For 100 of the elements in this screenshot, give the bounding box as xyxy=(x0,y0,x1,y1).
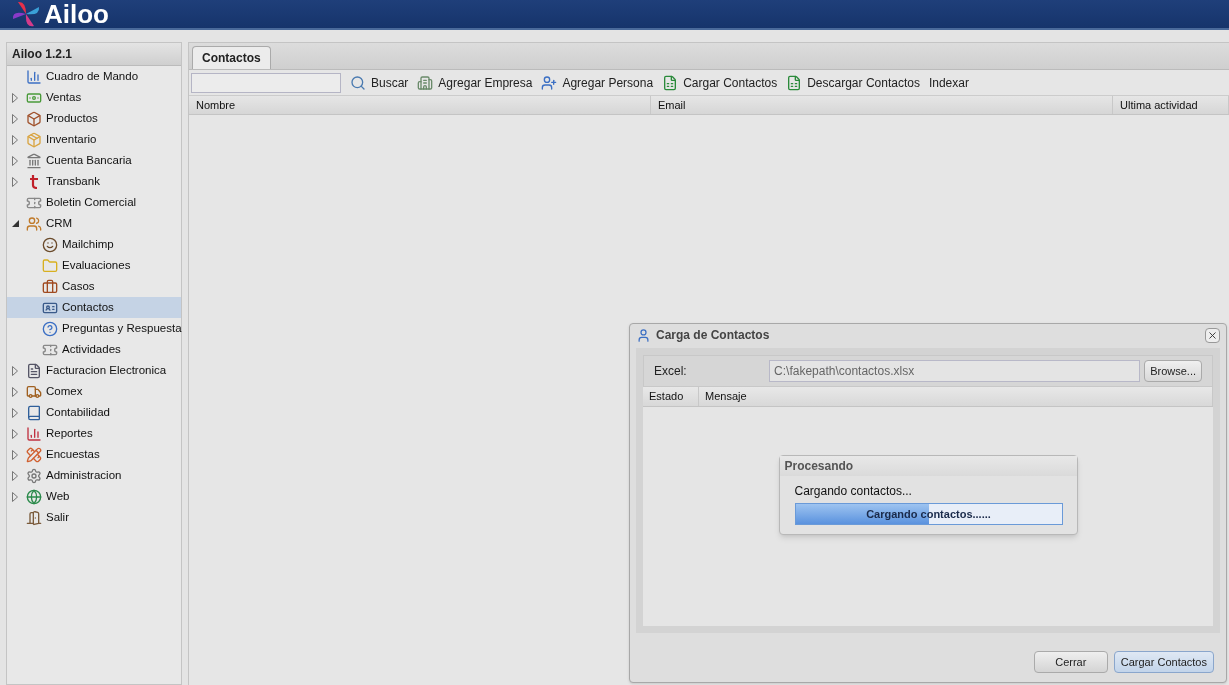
tree-item-label: Preguntas y Respuesta xyxy=(62,320,182,336)
tree-item[interactable]: Contabilidad xyxy=(7,402,181,423)
logo-icon xyxy=(12,1,40,27)
tree-item-label: Contactos xyxy=(62,299,114,315)
close-button[interactable] xyxy=(1205,327,1220,343)
toolbar-button[interactable]: Descargar Contactos xyxy=(786,73,920,92)
tree-item[interactable]: Productos xyxy=(7,108,181,129)
progress-message: Cargando contactos... xyxy=(794,483,913,500)
tree-item-label: Reportes xyxy=(46,425,93,441)
tree-item[interactable]: Cuenta Bancaria xyxy=(7,150,181,171)
close-icon xyxy=(1207,329,1218,341)
tree-item[interactable]: Mailchimp xyxy=(7,234,181,255)
book-icon xyxy=(26,404,42,421)
person-icon xyxy=(636,327,651,343)
search-icon xyxy=(350,74,366,91)
collapsed-arrow-icon[interactable] xyxy=(12,386,18,397)
collapsed-arrow-icon[interactable] xyxy=(12,491,18,502)
expanded-arrow-icon[interactable] xyxy=(12,220,19,227)
collapsed-arrow-icon[interactable] xyxy=(12,92,18,103)
tree-item-label: Actividades xyxy=(62,341,121,357)
spreadsheet-icon xyxy=(786,74,803,91)
tree-item[interactable]: Transbank xyxy=(7,171,181,192)
dialog-title: Carga de Contactos xyxy=(656,327,770,344)
tree-item-label: Boletin Comercial xyxy=(46,194,137,210)
folder-icon xyxy=(42,257,58,274)
tree-item-label: Cuenta Bancaria xyxy=(46,152,132,168)
building-icon xyxy=(26,152,42,169)
gear-icon xyxy=(26,467,42,484)
tree-item-label: Facturacion Electronica xyxy=(46,362,167,378)
collapsed-arrow-icon[interactable] xyxy=(12,155,18,166)
tree-item[interactable]: Evaluaciones xyxy=(7,255,181,276)
people-icon xyxy=(26,215,42,232)
tree-item-label: Ventas xyxy=(46,89,82,105)
tree-item-label: CRM xyxy=(46,215,73,231)
tree-item-label: Contabilidad xyxy=(46,404,110,420)
dialog-button[interactable]: Cerrar xyxy=(1033,651,1108,673)
tree-item-label: Web xyxy=(46,488,70,504)
add-person-icon xyxy=(541,74,558,91)
tree-item[interactable]: CRM xyxy=(7,213,181,234)
field-label: Excel: xyxy=(654,363,688,380)
tree-item-label: Administracion xyxy=(46,467,122,483)
progress-text: Cargando contactos...... xyxy=(865,506,992,522)
tree-item[interactable]: Inventario xyxy=(7,129,181,150)
collapsed-arrow-icon[interactable] xyxy=(12,470,18,481)
collapsed-arrow-icon[interactable] xyxy=(12,176,18,187)
tree-item[interactable]: Reportes xyxy=(7,423,181,444)
truck-icon xyxy=(26,383,42,400)
globe-icon xyxy=(26,488,42,505)
tree-item[interactable]: Web xyxy=(7,486,181,507)
building-icon xyxy=(417,74,434,91)
collapsed-arrow-icon[interactable] xyxy=(12,365,18,376)
file-path-field[interactable]: C:\fakepath\contactos.xlsx xyxy=(769,360,1141,382)
column-header[interactable]: Mensaje xyxy=(699,387,1213,406)
toolbar-button[interactable]: Agregar Empresa xyxy=(417,73,533,92)
document-icon xyxy=(26,362,42,379)
chart-icon xyxy=(26,425,42,442)
collapsed-arrow-icon[interactable] xyxy=(12,449,18,460)
help-icon xyxy=(42,320,58,337)
tree-item-label: Productos xyxy=(46,110,98,126)
tree-item-label: Casos xyxy=(62,278,95,294)
collapsed-arrow-icon[interactable] xyxy=(12,407,18,418)
column-header[interactable]: Estado xyxy=(643,387,699,406)
tree-item[interactable]: Ventas xyxy=(7,87,181,108)
door-icon xyxy=(26,509,42,526)
tree-item-label: Salir xyxy=(46,509,69,525)
tree-item[interactable]: Comex xyxy=(7,381,181,402)
tree-item[interactable]: Cuadro de Mando xyxy=(7,66,181,87)
tree-item[interactable]: Facturacion Electronica xyxy=(7,360,181,381)
browse-button[interactable]: Browse... xyxy=(1144,360,1202,382)
box-icon xyxy=(26,110,42,127)
tree-item-label: Evaluaciones xyxy=(62,257,131,273)
collapsed-arrow-icon[interactable] xyxy=(12,113,18,124)
logo-text: Ailoo xyxy=(44,1,109,27)
toolbar-button[interactable]: Indexar xyxy=(928,73,969,92)
tree-item[interactable]: Boletin Comercial xyxy=(7,192,181,213)
column-header[interactable]: Email xyxy=(651,96,1113,114)
toolbar-button[interactable]: Buscar xyxy=(350,73,409,92)
tree-item[interactable]: Contactos xyxy=(7,297,181,318)
tree-item-label: Inventario xyxy=(46,131,97,147)
tree-item-label: Mailchimp xyxy=(62,236,114,252)
collapsed-arrow-icon[interactable] xyxy=(12,428,18,439)
tab[interactable]: Contactos xyxy=(192,46,271,69)
column-header[interactable]: Nombre xyxy=(189,96,651,114)
tree-item-label: Comex xyxy=(46,383,83,399)
tree-item[interactable]: Casos xyxy=(7,276,181,297)
collapsed-arrow-icon[interactable] xyxy=(12,134,18,145)
search-field[interactable] xyxy=(191,72,341,93)
column-header[interactable]: Ultima actividad xyxy=(1113,96,1229,114)
tree-item[interactable]: Salir xyxy=(7,507,181,528)
tree-item[interactable]: Administracion xyxy=(7,465,181,486)
package-icon xyxy=(26,131,42,148)
toolbar-button[interactable]: Agregar Persona xyxy=(541,73,654,92)
popup-title: Procesando xyxy=(779,456,1077,476)
tree-item[interactable]: Preguntas y Respuesta xyxy=(7,318,181,339)
tree-item-label: Encuestas xyxy=(46,446,100,462)
tree-item[interactable]: Encuestas xyxy=(7,444,181,465)
tree-item[interactable]: Actividades xyxy=(7,339,181,360)
tree-item-label: Transbank xyxy=(46,173,100,189)
toolbar-button[interactable]: Cargar Contactos xyxy=(662,73,778,92)
dialog-button[interactable]: Cargar Contactos xyxy=(1113,651,1214,673)
